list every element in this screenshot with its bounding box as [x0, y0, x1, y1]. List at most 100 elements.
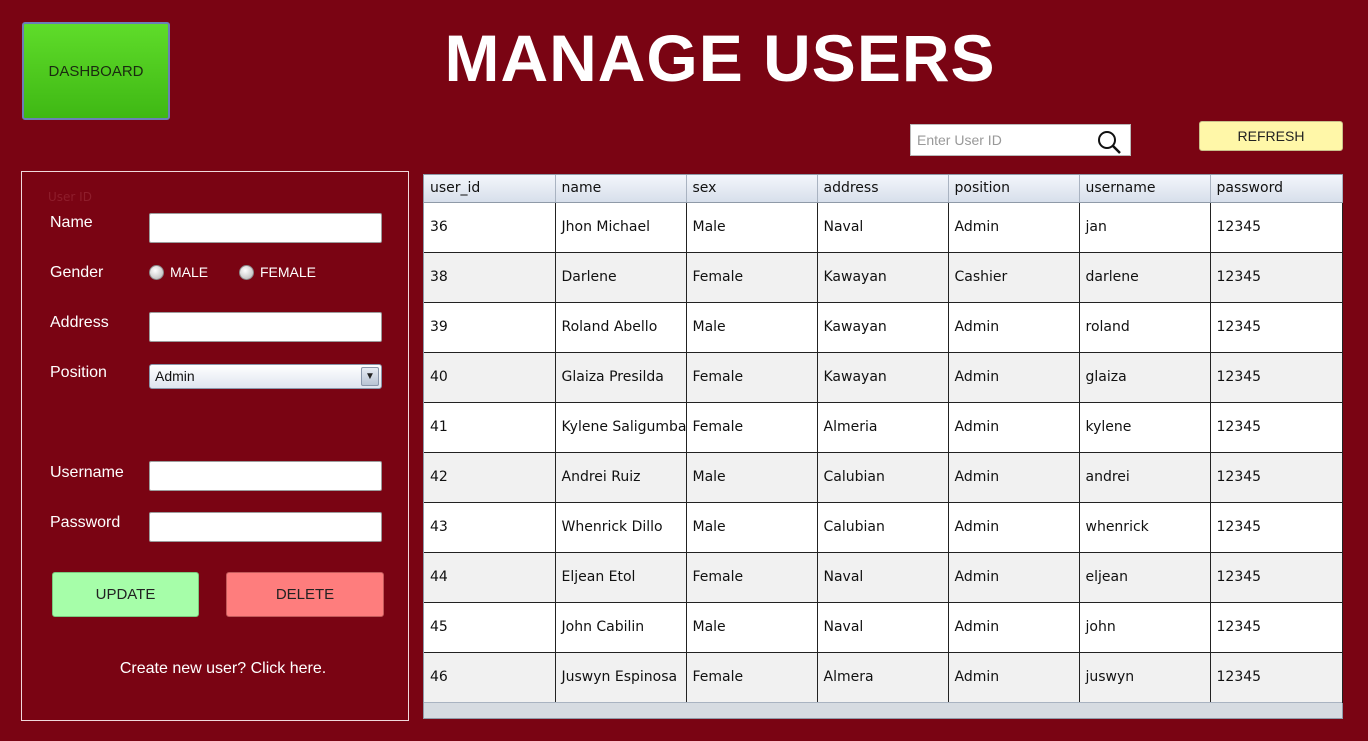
table-cell-name: Jhon Michael — [555, 202, 687, 253]
table-cell-password: 12345 — [1210, 202, 1343, 253]
table-cell-password: 12345 — [1210, 602, 1343, 653]
dashboard-button[interactable]: DASHBOARD — [22, 22, 170, 120]
position-value: Admin — [155, 368, 195, 384]
table-cell-position: Admin — [948, 652, 1080, 703]
name-label: Name — [50, 214, 93, 231]
name-field[interactable] — [149, 213, 382, 243]
user-id-label: User ID — [48, 190, 92, 204]
table-cell-username: eljean — [1079, 552, 1211, 603]
table-row[interactable]: 46 Juswyn Espinosa Female Almera Admin juswyn… — [424, 652, 1343, 703]
table-row[interactable]: 39 Roland Abello Male Kawayan Admin roland 123… — [424, 302, 1343, 353]
table-cell-position: Admin — [948, 352, 1080, 403]
gender-male-label: MALE — [170, 264, 209, 280]
table-cell-name: John Cabilin — [555, 602, 687, 653]
create-user-link[interactable]: Create new user? Click here. — [22, 660, 424, 678]
table-cell-address: Naval — [817, 602, 949, 653]
table-row[interactable]: 36 Jhon Michael Male Naval Admin jan 12345 — [424, 202, 1343, 253]
column-header-user-id[interactable]: user_id — [424, 175, 556, 203]
table-row[interactable]: 43 Whenrick Dillo Male Calubian Admin whenric… — [424, 502, 1343, 553]
table-cell-sex: Male — [686, 302, 818, 353]
table-cell-username: andrei — [1079, 452, 1211, 503]
table-cell-user-id: 38 — [424, 252, 556, 303]
table-row[interactable]: 42 Andrei Ruiz Male Calubian Admin andrei 1234… — [424, 452, 1343, 503]
table-cell-sex: Female — [686, 252, 818, 303]
table-row[interactable]: 40 Glaiza Presilda Female Kawayan Admin glaiz… — [424, 352, 1343, 403]
column-header-username[interactable]: username — [1079, 175, 1211, 203]
gender-female-label: FEMALE — [260, 264, 317, 280]
address-label: Address — [50, 314, 109, 331]
table-cell-position: Admin — [948, 602, 1080, 653]
table-cell-user-id: 46 — [424, 652, 556, 703]
table-cell-user-id: 41 — [424, 402, 556, 453]
table-cell-name: Juswyn Espinosa — [555, 652, 687, 703]
column-header-address[interactable]: address — [817, 175, 949, 203]
table-cell-password: 12345 — [1210, 652, 1343, 703]
table-row[interactable]: 38 Darlene Female Kawayan Cashier darlene 1234… — [424, 252, 1343, 303]
table-cell-name: Kylene Saligumba — [555, 402, 687, 453]
delete-button[interactable]: DELETE — [226, 572, 384, 617]
search-box — [910, 124, 1131, 156]
table-row[interactable]: 45 John Cabilin Male Naval Admin john 12345 — [424, 602, 1343, 653]
position-select[interactable]: Admin ▼ — [149, 364, 382, 389]
position-label: Position — [50, 364, 107, 381]
update-button[interactable]: UPDATE — [52, 572, 199, 617]
table-cell-address: Naval — [817, 202, 949, 253]
search-input[interactable] — [911, 125, 1086, 155]
table-cell-username: whenrick — [1079, 502, 1211, 553]
users-table: user_id name sex address position userna… — [423, 174, 1343, 719]
column-header-sex[interactable]: sex — [686, 175, 818, 203]
username-label: Username — [50, 464, 124, 481]
table-cell-sex: Male — [686, 452, 818, 503]
table-cell-address: Kawayan — [817, 352, 949, 403]
table-cell-sex: Female — [686, 552, 818, 603]
table-cell-username: glaiza — [1079, 352, 1211, 403]
table-cell-name: Eljean Etol — [555, 552, 687, 603]
table-cell-password: 12345 — [1210, 402, 1343, 453]
table-cell-sex: Male — [686, 602, 818, 653]
table-cell-name: Glaiza Presilda — [555, 352, 687, 403]
table-cell-name: Roland Abello — [555, 302, 687, 353]
chevron-down-icon[interactable]: ▼ — [361, 367, 379, 386]
table-cell-username: kylene — [1079, 402, 1211, 453]
table-cell-password: 12345 — [1210, 252, 1343, 303]
refresh-button[interactable]: REFRESH — [1199, 121, 1343, 151]
table-cell-user-id: 36 — [424, 202, 556, 253]
address-field[interactable] — [149, 312, 382, 342]
column-header-password[interactable]: password — [1210, 175, 1343, 203]
gender-male-radio[interactable]: MALE — [149, 264, 208, 280]
table-header-row: user_id name sex address position userna… — [424, 175, 1343, 203]
table-cell-password: 12345 — [1210, 552, 1343, 603]
radio-icon — [149, 264, 164, 280]
column-header-position[interactable]: position — [948, 175, 1080, 203]
table-cell-username: john — [1079, 602, 1211, 653]
radio-icon — [239, 264, 254, 280]
table-body: 36 Jhon Michael Male Naval Admin jan 12345 38 Da… — [424, 202, 1343, 703]
table-cell-user-id: 40 — [424, 352, 556, 403]
table-cell-username: darlene — [1079, 252, 1211, 303]
table-cell-position: Admin — [948, 402, 1080, 453]
table-cell-sex: Female — [686, 652, 818, 703]
table-cell-address: Kawayan — [817, 252, 949, 303]
table-row[interactable]: 41 Kylene Saligumba Female Almeria Admin kyle… — [424, 402, 1343, 453]
table-cell-password: 12345 — [1210, 452, 1343, 503]
table-cell-address: Calubian — [817, 502, 949, 553]
table-cell-password: 12345 — [1210, 302, 1343, 353]
table-cell-user-id: 39 — [424, 302, 556, 353]
table-cell-username: roland — [1079, 302, 1211, 353]
table-cell-sex: Male — [686, 502, 818, 553]
table-cell-password: 12345 — [1210, 352, 1343, 403]
search-icon[interactable] — [1096, 129, 1122, 155]
table-row[interactable]: 44 Eljean Etol Female Naval Admin eljean 12345 — [424, 552, 1343, 603]
gender-female-radio[interactable]: FEMALE — [239, 264, 316, 280]
table-cell-position: Admin — [948, 552, 1080, 603]
table-cell-user-id: 42 — [424, 452, 556, 503]
table-cell-password: 12345 — [1210, 502, 1343, 553]
user-form-panel: User ID Name Gender MALE FEMALE Address … — [21, 171, 409, 721]
column-header-name[interactable]: name — [555, 175, 687, 203]
table-cell-position: Admin — [948, 452, 1080, 503]
table-cell-name: Whenrick Dillo — [555, 502, 687, 553]
username-field[interactable] — [149, 461, 382, 491]
table-cell-username: jan — [1079, 202, 1211, 253]
table-scroll-area[interactable] — [424, 702, 1342, 718]
password-field[interactable] — [149, 512, 382, 542]
